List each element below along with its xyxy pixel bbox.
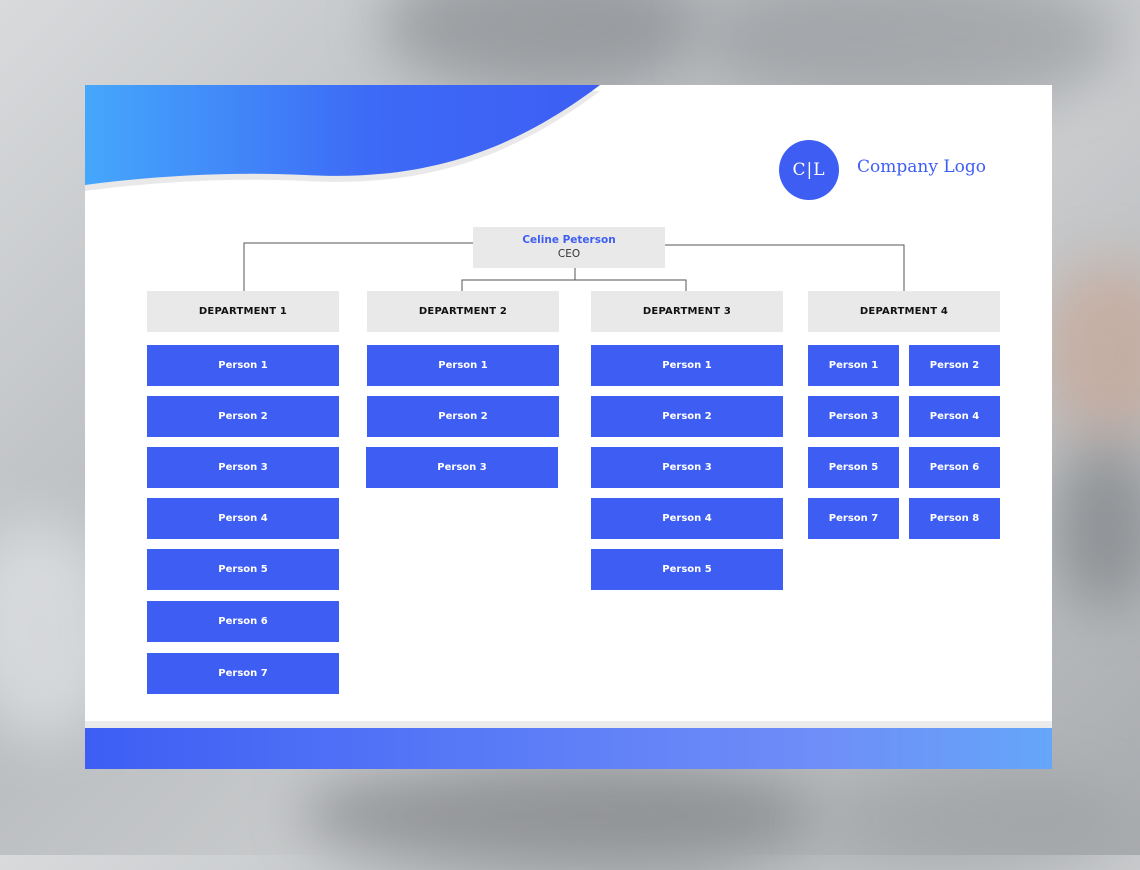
dept-2-person-node: Person 3 bbox=[366, 447, 558, 488]
ceo-name: Celine Peterson bbox=[522, 234, 616, 246]
department-1-header: DEPARTMENT 1 bbox=[147, 291, 339, 332]
footer-gradient-band bbox=[85, 728, 1052, 769]
dept-4-person-node: Person 2 bbox=[909, 345, 1000, 386]
dept-2-person-node: Person 2 bbox=[367, 396, 559, 437]
dept-4-person-node: Person 6 bbox=[909, 447, 1000, 488]
dept-4-person-node: Person 5 bbox=[808, 447, 899, 488]
org-chart-card: C|L Company Logo Celine Peterson CEO DEP… bbox=[85, 85, 1052, 769]
dept-4-person-node: Person 4 bbox=[909, 396, 1000, 437]
dept-1-person-node: Person 1 bbox=[147, 345, 339, 386]
department-3-header: DEPARTMENT 3 bbox=[591, 291, 783, 332]
dept-4-person-node: Person 8 bbox=[909, 498, 1000, 539]
dept-3-person-node: Person 4 bbox=[591, 498, 783, 539]
dept-3-person-node: Person 5 bbox=[591, 549, 783, 590]
background-blur bbox=[820, 770, 1120, 870]
connector-dept-2-3 bbox=[461, 279, 687, 291]
dept-1-person-node: Person 5 bbox=[147, 549, 339, 590]
background-blur bbox=[1055, 440, 1140, 610]
dept-3-person-node: Person 1 bbox=[591, 345, 783, 386]
dept-4-person-node: Person 1 bbox=[808, 345, 899, 386]
ceo-title: CEO bbox=[557, 248, 581, 260]
dept-1-person-node: Person 4 bbox=[147, 498, 339, 539]
connector-dept-1 bbox=[243, 242, 473, 291]
connector-dept-4 bbox=[665, 244, 905, 291]
department-2-header: DEPARTMENT 2 bbox=[367, 291, 559, 332]
dept-1-person-node: Person 7 bbox=[147, 653, 339, 694]
background-blur bbox=[300, 760, 820, 870]
dept-1-person-node: Person 3 bbox=[147, 447, 339, 488]
footer-divider bbox=[85, 721, 1052, 728]
department-4-header: DEPARTMENT 4 bbox=[808, 291, 1000, 332]
dept-4-person-node: Person 7 bbox=[808, 498, 899, 539]
background-blur bbox=[1040, 260, 1140, 440]
background-blur bbox=[380, 0, 700, 90]
dept-1-person-node: Person 2 bbox=[147, 396, 339, 437]
dept-3-person-node: Person 3 bbox=[591, 447, 783, 488]
ceo-node: Celine Peterson CEO bbox=[473, 227, 665, 268]
dept-1-person-node: Person 6 bbox=[147, 601, 339, 642]
dept-4-person-node: Person 3 bbox=[808, 396, 899, 437]
dept-2-person-node: Person 1 bbox=[367, 345, 559, 386]
dept-3-person-node: Person 2 bbox=[591, 396, 783, 437]
